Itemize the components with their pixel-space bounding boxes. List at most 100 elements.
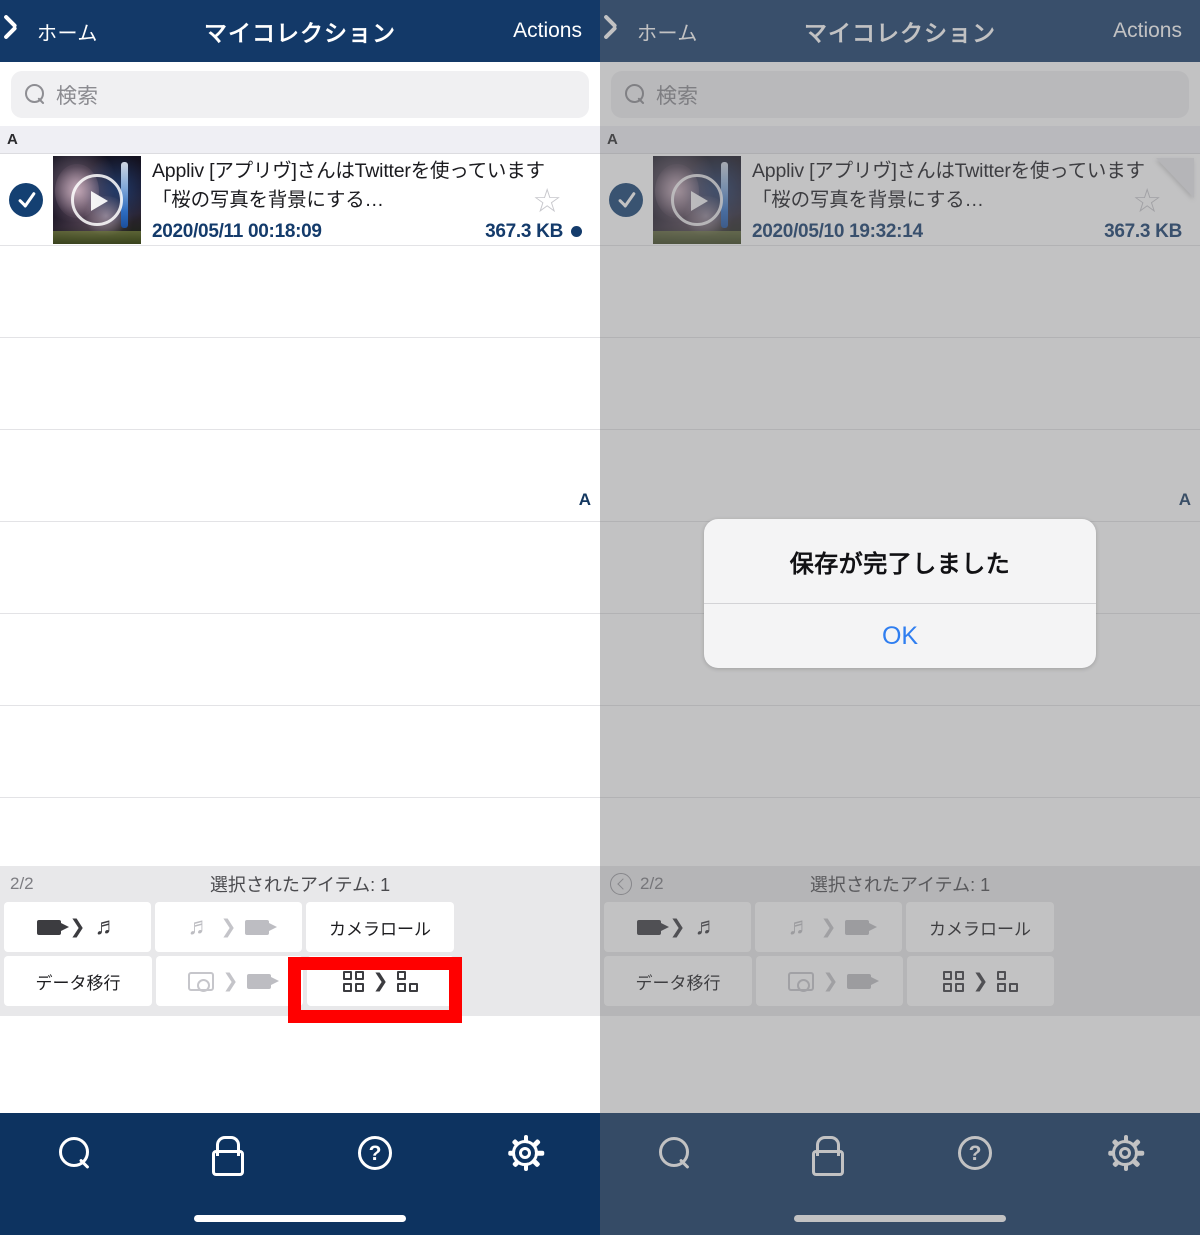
- toolbar-status: 2/2 選択されたアイテム: 1: [0, 866, 600, 902]
- home-indicator: [194, 1215, 406, 1222]
- navigation-bar: ホーム マイコレクション Actions: [600, 0, 1200, 62]
- search-icon: [58, 1136, 92, 1170]
- gear-icon: [1107, 1135, 1144, 1171]
- home-indicator: [794, 1215, 1006, 1222]
- item-meta: 2020/05/10 19:32:14 367.3 KB: [752, 221, 1182, 243]
- search-container: 検索: [600, 62, 1200, 126]
- empty-row: [600, 338, 1200, 430]
- item-date: 2020/05/10 19:32:14: [752, 220, 923, 242]
- tab-settings[interactable]: [450, 1113, 600, 1193]
- checkbox-checked-icon[interactable]: [609, 182, 643, 217]
- alert-dialog: 保存が完了しました OK: [704, 519, 1096, 668]
- video-icon: [847, 973, 880, 989]
- toolbar-status: 2/2 選択されたアイテム: 1: [600, 866, 1200, 902]
- actions-button[interactable]: Actions: [1113, 19, 1200, 43]
- checkbox-checked-icon[interactable]: [9, 182, 43, 217]
- tab-bar: ?: [0, 1113, 600, 1235]
- lock-icon: [811, 1136, 844, 1176]
- video-to-audio-button[interactable]: ❯ ♬: [604, 902, 751, 952]
- camera-roll-button[interactable]: カメラロール: [906, 902, 1054, 952]
- camera-folder-icon: [787, 971, 814, 992]
- tab-bar: ?: [600, 1113, 1200, 1235]
- camera-folder-icon: [187, 971, 214, 992]
- status-dot: [571, 226, 582, 237]
- selected-count-label: 選択されたアイテム: 1: [809, 875, 991, 895]
- item-text-block: Appliv [アプリヴ]さんはTwitterを使っています 「桜の写真を背景に…: [741, 157, 1200, 243]
- video-icon: [247, 973, 280, 989]
- tab-lock[interactable]: [150, 1113, 300, 1193]
- list-item[interactable]: Appliv [アプリヴ]さんはTwitterを使っています 「桜の写真を背景に…: [600, 154, 1200, 246]
- actions-button[interactable]: Actions: [513, 19, 600, 43]
- toolbar-button-grid: ❯ ♬ ♬ ❯ カメラロール データ移行 ❯ ❯: [0, 902, 600, 1006]
- index-letter[interactable]: A: [579, 490, 591, 510]
- item-text-block: Appliv [アプリヴ]さんはTwitterを使っています 「桜の写真を背景に…: [141, 157, 600, 243]
- chevron-right-icon: ❯: [669, 916, 686, 938]
- left-panel: ホーム マイコレクション Actions 検索 A Appliv [アプリヴ]さ…: [0, 0, 600, 1235]
- data-transfer-button[interactable]: データ移行: [604, 956, 752, 1006]
- tab-help[interactable]: ?: [300, 1113, 450, 1193]
- page-title: マイコレクション: [804, 20, 996, 46]
- search-input[interactable]: 検索: [611, 71, 1189, 118]
- chevron-right-icon: ❯: [372, 970, 389, 992]
- empty-row: [600, 706, 1200, 798]
- chevron-right-icon: ❯: [972, 970, 989, 992]
- camera-roll-button[interactable]: カメラロール: [306, 902, 454, 952]
- item-size: 367.3 KB: [485, 220, 563, 242]
- empty-row: [0, 614, 600, 706]
- index-letter[interactable]: A: [1179, 490, 1191, 510]
- item-list: Appliv [アプリヴ]さんはTwitterを使っています 「桜の写真を背景に…: [600, 154, 1200, 890]
- video-icon: [36, 919, 69, 935]
- action-toolbar: 2/2 選択されたアイテム: 1 ❯ ♬ ♬ ❯ カメラロール データ移行 ❯ …: [0, 866, 600, 1016]
- tab-search[interactable]: [600, 1113, 750, 1193]
- action-toolbar: 2/2 選択されたアイテム: 1 ❯ ♬ ♬ ❯ カメラロール データ移行 ❯ …: [600, 866, 1200, 1016]
- music-note-icon: ♬: [94, 913, 119, 940]
- camera-folder-to-video-button[interactable]: ❯: [756, 956, 903, 1006]
- grid-3-icon: [397, 970, 419, 992]
- audio-to-video-button[interactable]: ♬ ❯: [755, 902, 902, 952]
- alert-message: 保存が完了しました: [789, 550, 1011, 578]
- popover-arrow-indicator: [1156, 158, 1194, 198]
- video-to-audio-button[interactable]: ❯ ♬: [4, 902, 151, 952]
- item-list: Appliv [アプリヴ]さんはTwitterを使っています 「桜の写真を背景に…: [0, 154, 600, 890]
- list-item[interactable]: Appliv [アプリヴ]さんはTwitterを使っています 「桜の写真を背景に…: [0, 154, 600, 246]
- empty-row: [0, 430, 600, 522]
- grid-4-icon: [342, 970, 364, 992]
- empty-row: [600, 246, 1200, 338]
- gear-icon: [507, 1135, 544, 1171]
- grid-3-icon: [997, 970, 1019, 992]
- video-icon: [636, 919, 669, 935]
- tab-settings[interactable]: [1050, 1113, 1200, 1193]
- chevron-right-icon: ❯: [220, 916, 237, 938]
- alert-ok-button[interactable]: OK: [704, 604, 1096, 668]
- item-thumbnail[interactable]: [653, 155, 741, 244]
- star-outline-icon[interactable]: ☆: [532, 184, 562, 217]
- chevron-right-icon: ❯: [820, 916, 837, 938]
- empty-row: [600, 430, 1200, 522]
- item-thumbnail[interactable]: [53, 155, 141, 244]
- empty-row: [0, 246, 600, 338]
- search-input[interactable]: 検索: [11, 71, 589, 118]
- grid-to-list-button[interactable]: ❯: [907, 956, 1054, 1006]
- video-icon: [245, 919, 278, 935]
- question-circle-icon: ?: [958, 1136, 992, 1170]
- tab-search[interactable]: [0, 1113, 150, 1193]
- data-transfer-button[interactable]: データ移行: [4, 956, 152, 1006]
- item-size: 367.3 KB: [1104, 220, 1182, 242]
- chevron-right-icon: ❯: [69, 916, 86, 938]
- item-title: Appliv [アプリヴ]さんはTwitterを使っています 「桜の写真を背景に…: [152, 159, 545, 211]
- section-header: A: [0, 126, 600, 154]
- audio-to-video-button[interactable]: ♬ ❯: [155, 902, 302, 952]
- search-placeholder: 検索: [656, 84, 698, 108]
- empty-row: [0, 522, 600, 614]
- grid-4-icon: [942, 970, 964, 992]
- tab-lock[interactable]: [750, 1113, 900, 1193]
- section-header: A: [600, 126, 1200, 154]
- search-placeholder: 検索: [56, 84, 98, 108]
- grid-to-list-button[interactable]: ❯: [307, 956, 454, 1006]
- music-note-icon: ♬: [187, 913, 212, 940]
- tab-help[interactable]: ?: [900, 1113, 1050, 1193]
- selected-count-label: 選択されたアイテム: 1: [209, 875, 391, 895]
- chevron-right-icon: ❯: [822, 970, 839, 992]
- item-date: 2020/05/11 00:18:09: [152, 220, 322, 242]
- camera-folder-to-video-button[interactable]: ❯: [156, 956, 303, 1006]
